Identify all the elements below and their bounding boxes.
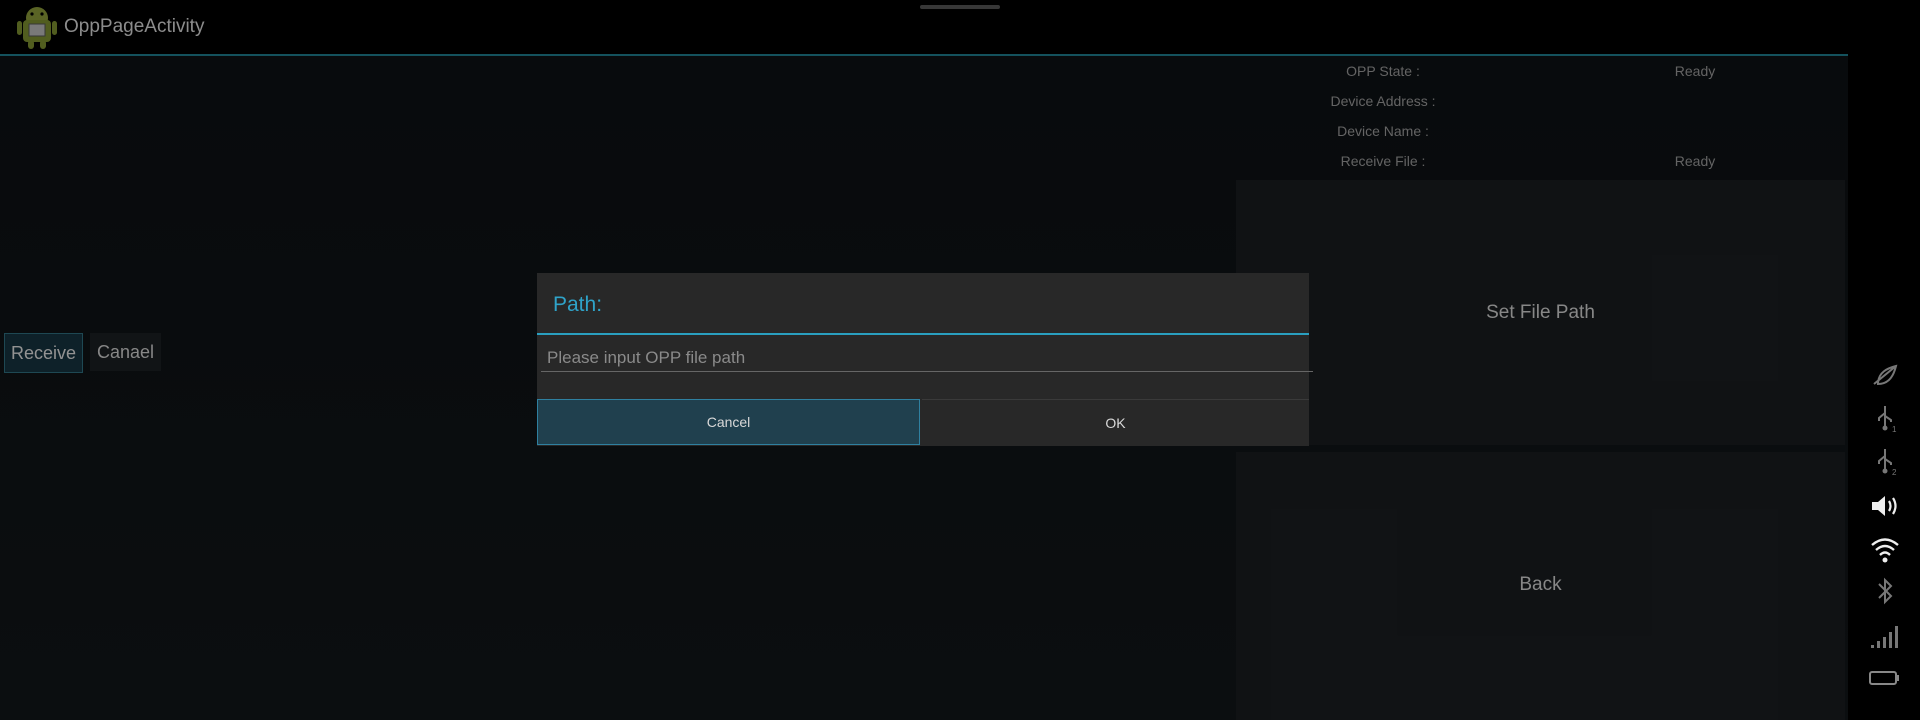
bluetooth-icon[interactable]: [1868, 576, 1902, 606]
svg-text:1: 1: [1892, 425, 1897, 433]
path-input[interactable]: [541, 345, 1313, 372]
usb-2-icon: 2: [1868, 446, 1902, 476]
path-dialog: Path: Cancel OK: [537, 273, 1313, 446]
dismiss-leaf-icon[interactable]: [1868, 360, 1902, 390]
volume-icon[interactable]: [1868, 491, 1902, 521]
usb-1-icon: 1: [1868, 403, 1902, 433]
wifi-icon[interactable]: [1868, 534, 1902, 564]
dialog-title-bar: Path:: [537, 273, 1309, 335]
dialog-cancel-button[interactable]: Cancel: [537, 399, 920, 445]
system-bar: 1 2: [1848, 0, 1920, 720]
dialog-title: Path:: [553, 293, 603, 316]
signal-icon: [1868, 621, 1902, 651]
dialog-ok-button[interactable]: OK: [922, 399, 1309, 446]
battery-icon: [1868, 663, 1902, 693]
svg-text:2: 2: [1892, 468, 1897, 476]
